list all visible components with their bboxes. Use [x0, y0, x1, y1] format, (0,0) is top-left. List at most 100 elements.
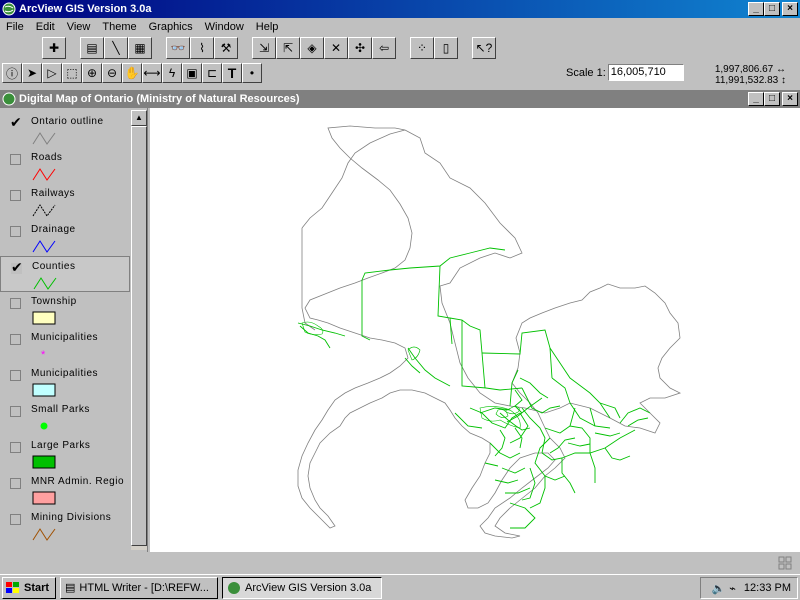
view-titlebar: Digital Map of Ontario (Ministry of Natu… [0, 90, 800, 108]
start-button[interactable]: Start [2, 576, 56, 599]
close-button[interactable]: × [782, 2, 798, 16]
zoom-out-tool[interactable]: ⊖ [102, 63, 122, 83]
measure-tool[interactable]: ⟷ [142, 63, 162, 83]
toc-scrollbar[interactable]: ▲ [131, 110, 147, 550]
menu-view[interactable]: View [61, 21, 97, 33]
legend-symbol-line [32, 528, 56, 541]
area-of-interest-tool[interactable]: ▣ [182, 63, 202, 83]
zoom-in-tool[interactable]: ⊕ [82, 63, 102, 83]
menu-graphics[interactable]: Graphics [143, 21, 199, 33]
legend-symbol-dot [40, 422, 48, 430]
theme-entry[interactable]: Municipalities [0, 364, 130, 400]
theme-checkbox[interactable] [10, 334, 21, 345]
network-icon[interactable]: ⌁ [729, 582, 736, 595]
menu-window[interactable]: Window [199, 21, 250, 33]
start-label: Start [24, 581, 50, 594]
add-theme-button[interactable]: ✚ [42, 37, 66, 59]
theme-checkbox[interactable]: ✔ [10, 115, 22, 129]
theme-label: Municipalities [31, 368, 99, 379]
task-html-writer[interactable]: ▤ HTML Writer - [D:\REFW... [60, 576, 218, 599]
query-builder-button[interactable]: ⚒ [214, 37, 238, 59]
theme-entry[interactable]: MNR Admin. Regio [0, 472, 130, 508]
menu-file[interactable]: File [0, 21, 30, 33]
theme-entry[interactable]: Large Parks [0, 436, 130, 472]
menu-edit[interactable]: Edit [30, 21, 61, 33]
menu-theme[interactable]: Theme [96, 21, 142, 33]
help-button[interactable]: ↖? [472, 37, 496, 59]
svg-text:*: * [41, 349, 46, 361]
theme-entry[interactable]: Small Parks [0, 400, 130, 436]
task-arcview[interactable]: ArcView GIS Version 3.0a [222, 576, 382, 599]
find-button[interactable]: 👓 [166, 37, 190, 59]
select-feature-tool[interactable]: ⬚ [62, 63, 82, 83]
theme-properties-button[interactable]: ▤ [80, 37, 104, 59]
view-globe-icon [2, 92, 16, 106]
minimize-button[interactable]: _ [748, 2, 764, 16]
legend-symbol-line [32, 240, 56, 253]
zoom-full-extent-button[interactable]: ⇲ [252, 37, 276, 59]
theme-checkbox[interactable] [10, 298, 21, 309]
map-canvas[interactable] [150, 108, 800, 552]
open-table-button[interactable]: ▦ [128, 37, 152, 59]
view-minimize-button[interactable]: _ [748, 92, 764, 106]
zoom-active-themes-button[interactable]: ⇱ [276, 37, 300, 59]
locate-address-button[interactable]: ⌇ [190, 37, 214, 59]
theme-entry[interactable]: Mining Divisions [0, 508, 130, 544]
theme-label: Mining Divisions [31, 512, 112, 523]
identify-tool[interactable]: ⓘ [2, 63, 22, 83]
theme-checkbox[interactable] [10, 406, 21, 417]
theme-entry[interactable]: Drainage [0, 220, 130, 256]
theme-label: Small Parks [31, 404, 90, 415]
theme-checkbox[interactable] [10, 370, 21, 381]
coord-y: 11,991,532.83 [715, 75, 779, 86]
zoom-out-button[interactable]: ✣ [348, 37, 372, 59]
status-area [0, 552, 800, 574]
pointer-tool[interactable]: ➤ [22, 63, 42, 83]
resize-grip-icon[interactable] [778, 556, 792, 570]
theme-entry[interactable]: Railways [0, 184, 130, 220]
draw-point-tool[interactable]: • [242, 63, 262, 83]
theme-label: Counties [32, 261, 76, 272]
app-titlebar: ArcView GIS Version 3.0a _ □ × [0, 0, 800, 18]
theme-checkbox[interactable] [10, 190, 21, 201]
clock[interactable]: 12:33 PM [744, 582, 791, 594]
zoom-in-button[interactable]: ✕ [324, 37, 348, 59]
scroll-up-icon[interactable]: ▲ [131, 110, 147, 126]
theme-label: Railways [31, 188, 76, 199]
menu-bar: File Edit View Theme Graphics Window Hel… [0, 18, 800, 36]
zoom-selected-button[interactable]: ◈ [300, 37, 324, 59]
menu-help[interactable]: Help [250, 21, 285, 33]
theme-checkbox[interactable] [10, 478, 21, 489]
legend-symbol-box [32, 455, 56, 469]
view-title: Digital Map of Ontario (Ministry of Natu… [19, 93, 300, 105]
theme-entry[interactable]: Roads [0, 148, 130, 184]
hotlink-tool[interactable]: ϟ [162, 63, 182, 83]
theme-checkbox[interactable] [10, 226, 21, 237]
counties-layer [297, 247, 651, 529]
theme-entry[interactable]: ✔ Ontario outline [0, 112, 130, 148]
vertex-edit-tool[interactable]: ▷ [42, 63, 62, 83]
theme-entry[interactable]: Municipalities * [0, 328, 130, 364]
maximize-button[interactable]: □ [764, 2, 780, 16]
speaker-icon[interactable]: 🔈 [712, 582, 726, 595]
view-maximize-button[interactable]: □ [764, 92, 780, 106]
scale-input[interactable]: 16,005,710 [607, 64, 684, 81]
theme-entry[interactable]: ✔ Counties [0, 256, 130, 292]
edit-legend-button[interactable]: ╲ [104, 37, 128, 59]
scroll-thumb[interactable] [131, 126, 147, 546]
pan-tool[interactable]: ✋ [122, 63, 142, 83]
theme-checkbox[interactable] [10, 154, 21, 165]
theme-checkbox[interactable]: ✔ [11, 260, 23, 274]
zoom-previous-button[interactable]: ⇦ [372, 37, 396, 59]
label-tool[interactable]: ⊏ [202, 63, 222, 83]
theme-label: Roads [31, 152, 63, 163]
view-window: Mining Divisions MNR Admin. Regio Large Pa… [0, 108, 800, 552]
clear-selection-button[interactable]: ▯ [434, 37, 458, 59]
legend-symbol-star: * [41, 349, 46, 361]
text-tool[interactable]: T [222, 63, 242, 83]
theme-checkbox[interactable] [10, 514, 21, 525]
theme-checkbox[interactable] [10, 442, 21, 453]
view-close-button[interactable]: × [782, 92, 798, 106]
select-features-button[interactable]: ⁘ [410, 37, 434, 59]
theme-entry[interactable]: Township [0, 292, 130, 328]
